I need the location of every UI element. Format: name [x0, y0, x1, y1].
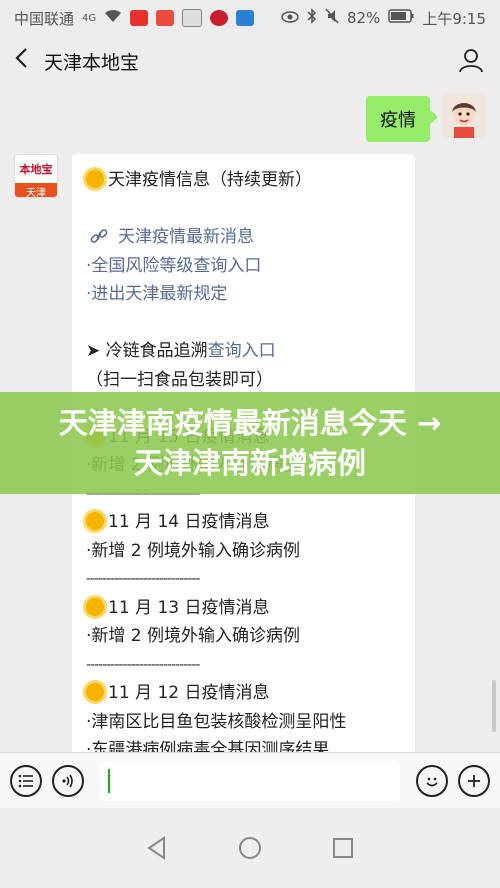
app-icon-blue	[236, 10, 255, 26]
link-line[interactable]: ·进出天津最新规定	[86, 280, 401, 309]
system-nav-bar	[0, 808, 500, 888]
profile-icon[interactable]	[458, 47, 486, 75]
menu-list-icon[interactable]	[10, 764, 42, 797]
sun-icon	[86, 512, 104, 530]
message-text-line: ·新增 2 例境外输入确诊病例	[86, 626, 301, 646]
eye-icon	[281, 9, 299, 27]
link-line[interactable]: 天津疫情最新消息	[86, 223, 401, 252]
bot-avatar[interactable]: 本地宝 天津	[14, 154, 58, 198]
chat-title: 天津本地宝	[44, 51, 140, 74]
status-bar: 中国联通 4G 82% 上午9:15	[0, 0, 500, 36]
divider-line: ----------------------------	[86, 571, 200, 587]
bot-avatar-city: 天津	[15, 183, 57, 197]
battery-icon	[388, 9, 414, 27]
user-avatar[interactable]	[442, 94, 486, 138]
nav-back-triangle-icon[interactable]	[144, 835, 170, 861]
bluetooth-icon	[307, 8, 317, 28]
message-text-line: ·新增 2 例境外输入确诊病例	[86, 540, 301, 561]
query-entry-link[interactable]: 查询入口	[208, 341, 276, 361]
heading-text: 11 月 13 日疫情消息	[108, 597, 270, 618]
carrier-label: 中国联通	[14, 9, 75, 28]
message-text-line: ·津南区比目鱼包装核酸检测呈阳性	[86, 711, 347, 732]
signal-label: 4G	[82, 12, 97, 24]
sun-heading-line: 11 月 12 日疫情消息	[86, 679, 401, 708]
sun-heading-line: 11 月 14 日疫情消息	[86, 508, 401, 537]
divider-line: ----------------------------	[86, 656, 200, 673]
link-text[interactable]: 天津疫情最新消息	[118, 227, 254, 247]
wifi-icon	[104, 9, 122, 27]
mute-icon	[325, 8, 339, 28]
app-icon-red	[156, 10, 175, 26]
scrollbar[interactable]	[492, 680, 496, 732]
bot-avatar-logo: 本地宝	[15, 155, 57, 183]
input-bar	[0, 752, 500, 808]
heading-text: 天津疫情信息（持续更新）	[108, 170, 312, 190]
sun-icon	[86, 683, 104, 701]
heading-text: 11 月 12 日疫情消息	[108, 683, 270, 703]
emoji-icon[interactable]	[416, 764, 448, 797]
text-cursor	[108, 768, 110, 793]
sun-heading-line: 11 月 13 日疫情消息	[86, 594, 401, 623]
clock: 上午9:15	[422, 9, 486, 28]
nav-home-circle-icon[interactable]	[237, 835, 263, 861]
heading-text: 11 月 14 日疫情消息	[108, 512, 270, 532]
mail-icon	[182, 9, 203, 27]
message-text-line: （扫一扫食品包装即可）	[86, 369, 273, 390]
sun-heading-line: 天津疫情信息（持续更新）	[86, 166, 401, 195]
metro-icon	[210, 10, 229, 26]
app-icon-weibo	[130, 10, 149, 26]
sun-icon	[86, 597, 104, 616]
headline-text: 天津津南疫情最新消息今天 → 天津津南新增病例	[58, 406, 442, 480]
user-message-bubble[interactable]: 疫情	[366, 96, 438, 142]
battery-percent: 82%	[346, 9, 381, 27]
voice-icon[interactable]	[52, 764, 84, 797]
cold-chain-label: ➤ 冷链食品追溯	[86, 341, 208, 361]
nav-recents-square-icon[interactable]	[330, 835, 356, 861]
add-icon[interactable]	[458, 764, 490, 797]
headline-overlay: 天津津南疫情最新消息今天 → 天津津南新增病例	[0, 392, 500, 494]
user-message-text: 疫情	[380, 110, 416, 131]
message-text-line: ·东疆港病例病毒全基因测序结果	[86, 740, 330, 752]
back-icon[interactable]	[14, 46, 44, 76]
message-input[interactable]	[100, 760, 400, 801]
cold-chain-line: ➤ 冷链食品追溯查询入口	[86, 337, 401, 366]
link-icon	[86, 227, 118, 247]
nav-bar: 天津本地宝	[0, 36, 500, 86]
sun-icon	[86, 170, 104, 188]
link-line[interactable]: ·全国风险等级查询入口	[86, 252, 401, 281]
